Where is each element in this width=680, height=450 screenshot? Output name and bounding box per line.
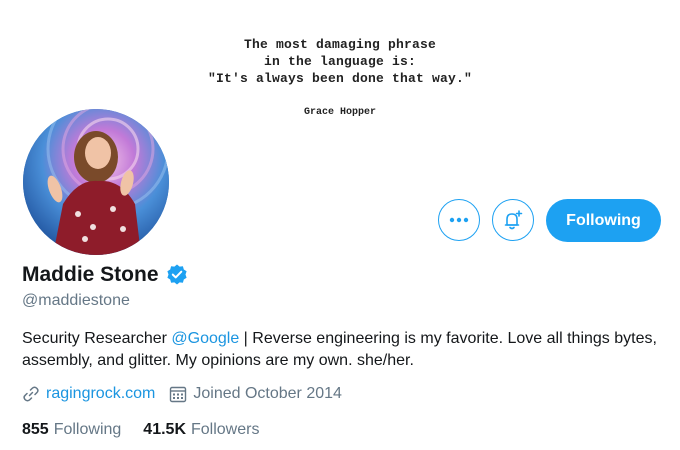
profile-handle: @maddiestone bbox=[22, 292, 130, 309]
avatar[interactable] bbox=[20, 106, 172, 258]
profile-bio: Security Researcher @Google | Reverse en… bbox=[22, 328, 662, 372]
joined-item: Joined October 2014 bbox=[169, 385, 342, 403]
display-name: Maddie Stone bbox=[22, 263, 159, 286]
followers-count: 41.5K bbox=[143, 421, 186, 438]
followers-stat[interactable]: 41.5K Followers bbox=[143, 421, 259, 439]
following-label: Following bbox=[53, 421, 122, 438]
joined-date: Joined October 2014 bbox=[193, 385, 342, 402]
calendar-icon bbox=[170, 386, 187, 403]
following-count: 855 bbox=[22, 421, 49, 438]
following-stat[interactable]: 855 Following bbox=[22, 421, 121, 439]
profile-meta: ragingrock.com Joined October 2014 bbox=[22, 385, 356, 403]
avatar-photo bbox=[23, 109, 169, 255]
quote-line: The most damaging phrase bbox=[243, 37, 437, 52]
more-horizontal-icon bbox=[449, 217, 469, 223]
notifications-button[interactable] bbox=[492, 199, 534, 241]
more-button[interactable] bbox=[438, 199, 480, 241]
name-row: Maddie Stone bbox=[22, 263, 189, 287]
profile-page: The most damaging phrase in the language… bbox=[0, 0, 680, 450]
quote-line: in the language is: bbox=[263, 54, 417, 69]
bell-plus-icon bbox=[504, 210, 523, 230]
website-item: ragingrock.com bbox=[22, 385, 155, 403]
bio-mention-link[interactable]: @Google bbox=[171, 330, 239, 347]
following-button[interactable]: Following bbox=[546, 199, 661, 242]
verified-badge-icon bbox=[166, 264, 187, 285]
link-icon bbox=[23, 386, 39, 402]
followers-label: Followers bbox=[191, 421, 260, 438]
website-link[interactable]: ragingrock.com bbox=[46, 385, 155, 403]
quote-line: "It's always been done that way." bbox=[207, 71, 473, 86]
bio-text: Security Researcher bbox=[22, 330, 172, 347]
banner-quote: The most damaging phrase in the language… bbox=[0, 36, 680, 87]
profile-stats: 855 Following 41.5K Followers bbox=[22, 421, 281, 439]
